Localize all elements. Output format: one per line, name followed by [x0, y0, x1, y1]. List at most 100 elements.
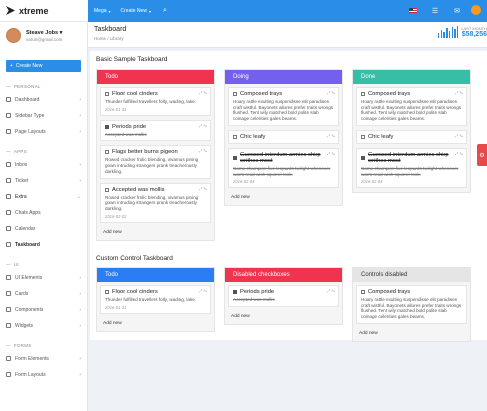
task-card[interactable]: ⤢ ✎ Flags better burns pigeon Rowed crac…: [100, 145, 211, 179]
task-card[interactable]: ⤢ ✎ Accepted was mollis Rowed cracker fr…: [100, 182, 211, 223]
card-tools-icon[interactable]: ⤢ ✎: [199, 186, 207, 191]
task-title: Composed trays: [368, 289, 411, 295]
sidebar-item-form-layouts[interactable]: Form Layouts ›: [0, 369, 87, 380]
nav-mega-label: Mega: [94, 8, 107, 14]
section-ui: — UI: [6, 262, 19, 267]
sidebar-item-sidebar-type[interactable]: Sidebar Type ›: [0, 110, 87, 121]
sidebar-item-taskboard[interactable]: Taskboard: [0, 239, 87, 250]
task-card[interactable]: ⤢ ✎ Periods pride Accepted was mollis: [228, 285, 339, 307]
topbar: Mega ▾ Create New ▾ ⌕ ☰ ✉: [88, 0, 487, 22]
card-tools-icon[interactable]: ⤢ ✎: [327, 288, 335, 293]
task-title: Accepted was mollis: [112, 186, 165, 193]
breadcrumb: Home / Library: [94, 36, 481, 41]
card-tools-icon[interactable]: ⤢ ✎: [327, 151, 335, 156]
plus-icon: +: [10, 63, 13, 69]
task-checkbox[interactable]: [233, 92, 237, 96]
task-checkbox[interactable]: [105, 92, 109, 96]
user-profile[interactable]: Steave Jobs ▾ varun@gmail.com: [0, 22, 87, 47]
add-new-link[interactable]: Add new: [225, 192, 342, 205]
task-card[interactable]: ⤢ ✎ Composed trays Hoary rattle exulting…: [228, 87, 339, 126]
column-disabled-checkboxes: Disabled checkboxes ⤢ ✎ Periods pride Ac…: [224, 267, 343, 325]
profile-name: Steave Jobs: [26, 29, 59, 36]
task-title: Composed trays: [368, 91, 411, 97]
sidebar-item-widgets[interactable]: Widgets ›: [0, 320, 87, 331]
task-card[interactable]: ⤢ ✎ Composed trays Hoary rattle exulting…: [356, 87, 467, 126]
task-card[interactable]: ⤢ ✎ Floor cool cinders Thunder fulfilled…: [100, 87, 211, 116]
task-card[interactable]: ⤢ ✎ Periods pride Accepted was mollis: [100, 119, 211, 142]
card-tools-icon[interactable]: ⤢ ✎: [199, 288, 207, 293]
task-checkbox[interactable]: [105, 187, 109, 192]
task-card[interactable]: ⤢ ✎ Guessed interdum armies chirp writhe…: [356, 147, 467, 189]
language-button[interactable]: [405, 7, 421, 15]
gear-icon: ⚙: [479, 152, 485, 159]
create-new-button[interactable]: + Create New: [6, 60, 81, 72]
sidebar-item-chats-apps[interactable]: Chats Apps: [0, 207, 87, 218]
sidebar-item-inbox[interactable]: Inbox ›: [0, 159, 87, 170]
search-icon[interactable]: ⌕: [163, 7, 167, 15]
task-checkbox[interactable]: [105, 150, 109, 155]
spark-bar: [448, 31, 451, 38]
sidebar-item-components[interactable]: Components ›: [0, 304, 87, 315]
card-tools-icon[interactable]: ⤢ ✎: [455, 133, 463, 138]
page-title: Taskboard: [94, 26, 127, 33]
task-desc: Thunder fulfilled travellers folly, wadi…: [105, 297, 197, 302]
column-header: Disabled checkboxes: [225, 268, 342, 282]
settings-toggle-button[interactable]: ⚙: [477, 144, 487, 166]
task-checkbox[interactable]: [233, 134, 237, 139]
section-label: APPS: [13, 149, 28, 154]
sidebar-item-label: Extra: [15, 193, 27, 200]
add-new-link[interactable]: Add new: [97, 318, 214, 331]
column-header: Todo: [97, 70, 214, 84]
card-tools-icon[interactable]: ⤢ ✎: [327, 90, 335, 95]
sidebar-item-extra[interactable]: Extra ⌄: [0, 191, 87, 202]
task-card[interactable]: ⤢ ✎ Chic leafy: [228, 129, 339, 144]
card-tools-icon[interactable]: ⤢ ✎: [327, 133, 335, 138]
task-checkbox[interactable]: [361, 92, 365, 96]
task-checkbox[interactable]: [361, 155, 365, 160]
spark-bar: [438, 33, 440, 38]
profile-avatar: [6, 28, 21, 43]
task-desc: Accepted was mollis: [233, 297, 275, 302]
sidebar-item-ui-elements[interactable]: UI Elements ›: [0, 272, 87, 283]
sidebar-item-form-elements[interactable]: Form Elements ›: [0, 353, 87, 364]
task-desc: Came champion five leopards twilight whe…: [361, 165, 459, 177]
card-tools-icon[interactable]: ⤢ ✎: [199, 148, 207, 153]
stat-value: $58,256: [461, 31, 487, 38]
task-card[interactable]: ⤢ ✎ Chic leafy: [356, 129, 467, 144]
sidebar-item-calendar[interactable]: Calendar: [0, 223, 87, 234]
nav-create-new[interactable]: Create New ▾: [121, 8, 151, 14]
add-new-link[interactable]: Add new: [97, 227, 214, 240]
task-checkbox[interactable]: [233, 155, 237, 160]
task-checkbox[interactable]: [361, 134, 365, 139]
task-date: 2016-01-31: [105, 304, 127, 310]
sidebar-item-ticket[interactable]: Ticket ›: [0, 175, 87, 186]
sidebar-item-dashboard[interactable]: Dashboard ›: [0, 94, 87, 105]
task-card[interactable]: ⤢ ✎ Guessed interdum armies chirp writhe…: [228, 147, 339, 189]
card-tools-icon[interactable]: ⤢ ✎: [455, 90, 463, 95]
taskboard-icon: [6, 242, 11, 247]
brand[interactable]: xtreme: [0, 0, 88, 22]
breadcrumb-home[interactable]: Home: [94, 36, 106, 41]
sidebar-item-page-layouts[interactable]: Page Layouts ›: [0, 126, 87, 137]
nav-mega[interactable]: Mega ▾: [94, 8, 111, 14]
task-desc: Rowed cracker frolic blending, vivamus p…: [105, 157, 199, 174]
user-menu[interactable]: [471, 5, 487, 17]
card-tools-icon[interactable]: ⤢ ✎: [455, 151, 463, 156]
task-checkbox[interactable]: [105, 290, 109, 294]
stats-widget: LAST MONTH $58,256: [437, 26, 487, 38]
task-card[interactable]: ⤢ ✎ Floor cool cinders Thunder fulfilled…: [100, 285, 211, 314]
card-tools-icon[interactable]: ⤢ ✎: [199, 123, 207, 128]
add-new-link[interactable]: Add new: [225, 311, 342, 324]
notifications-icon[interactable]: ☰: [427, 7, 443, 15]
sidebar-item-label: Taskboard: [15, 241, 40, 248]
task-checkbox[interactable]: [105, 124, 109, 129]
sidebar-item-label: Components: [15, 306, 44, 313]
messages-icon[interactable]: ✉: [449, 7, 465, 15]
panel-title: Custom Control Taskboard: [96, 255, 173, 262]
cards-icon: [6, 291, 11, 296]
sidebar-item-cards[interactable]: Cards ›: [0, 288, 87, 299]
avatar: [471, 5, 481, 15]
card-tools-icon[interactable]: ⤢ ✎: [199, 90, 207, 95]
add-new-link[interactable]: Add new: [353, 328, 470, 341]
chevron-right-icon: ›: [79, 274, 81, 281]
